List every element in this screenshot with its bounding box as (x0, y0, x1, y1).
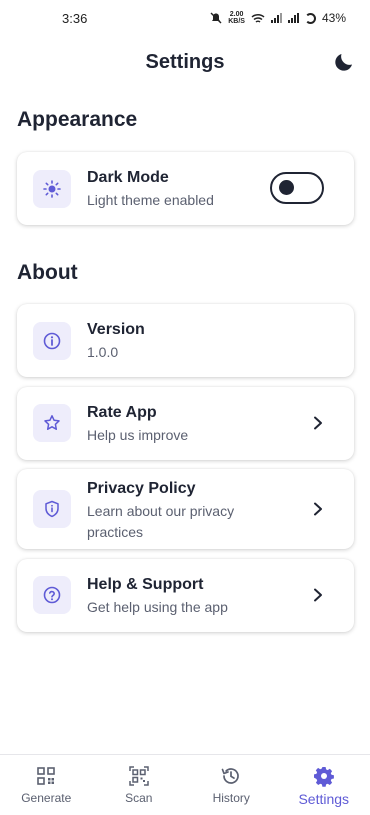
help-support-title: Help & Support (87, 576, 204, 593)
gear-icon (313, 767, 334, 787)
dark-mode-card: Dark Mode Light theme enabled (17, 152, 354, 225)
nav-item-settings[interactable]: Settings (278, 755, 370, 815)
page-title: Settings (145, 50, 225, 73)
dark-mode-subtitle: Light theme enabled (87, 192, 214, 208)
nav-label-settings: Settings (298, 791, 350, 807)
nav-item-history[interactable]: History (185, 755, 278, 815)
battery-icon (304, 12, 316, 24)
signal-icon (270, 13, 282, 23)
nav-label-generate: Generate (21, 791, 72, 805)
nav-label-scan: Scan (125, 791, 153, 805)
wifi-icon (251, 13, 265, 23)
theme-toggle-button[interactable] (332, 50, 356, 74)
rate-app-icon-box (33, 404, 71, 442)
dark-mode-icon-box (33, 170, 71, 208)
chevron-right-icon (314, 588, 322, 602)
battery-level: 43% (321, 11, 346, 25)
rate-app-title: Rate App (87, 404, 157, 421)
section-title-appearance: Appearance (17, 108, 138, 131)
info-icon (43, 332, 61, 350)
privacy-policy-title: Privacy Policy (87, 480, 196, 497)
net-speed-value: 2.00 (229, 11, 244, 18)
privacy-icon-box (33, 490, 71, 528)
nav-item-scan[interactable]: Scan (93, 755, 186, 815)
chevron-right-icon (314, 502, 322, 516)
version-title: Version (87, 321, 145, 338)
net-speed-unit: KB/S (228, 18, 245, 25)
version-card: Version 1.0.0 (17, 304, 354, 377)
rate-app-card[interactable]: Rate App Help us improve (17, 387, 354, 460)
nav-label-history: History (212, 791, 250, 805)
nav-item-generate[interactable]: Generate (0, 755, 93, 815)
help-support-subtitle: Get help using the app (87, 599, 228, 615)
net-speed: 2.00 KB/S (228, 11, 245, 25)
status-bar: 3:36 2.00 KB/S 43% (0, 0, 370, 36)
status-time: 3:36 (62, 10, 88, 26)
dark-mode-toggle[interactable] (270, 172, 324, 204)
history-icon (221, 768, 240, 784)
rate-app-subtitle: Help us improve (87, 427, 189, 443)
sun-icon (43, 180, 61, 198)
toggle-knob (279, 180, 294, 195)
help-icon-box (33, 576, 71, 614)
help-icon (43, 586, 61, 604)
qr-generate-icon (37, 767, 56, 785)
dark-mode-title: Dark Mode (87, 169, 169, 186)
star-icon (44, 415, 60, 430)
chevron-right-icon (314, 416, 322, 430)
shield-icon (45, 500, 59, 518)
version-icon-box (33, 322, 71, 360)
mute-icon (210, 12, 222, 24)
moon-icon (335, 54, 352, 71)
version-value: 1.0.0 (87, 344, 119, 360)
privacy-policy-subtitle: Learn about our privacy practices (87, 503, 235, 540)
bottom-nav: Generate Scan History Settings (0, 754, 370, 815)
qr-scan-icon (129, 766, 149, 786)
signal-icon-2 (287, 13, 299, 23)
status-icons: 2.00 KB/S 43% (210, 11, 346, 25)
section-title-about: About (17, 261, 78, 284)
app-header: Settings (0, 44, 370, 80)
privacy-policy-card[interactable]: Privacy Policy Learn about our privacy p… (17, 469, 354, 549)
help-support-card[interactable]: Help & Support Get help using the app (17, 559, 354, 632)
